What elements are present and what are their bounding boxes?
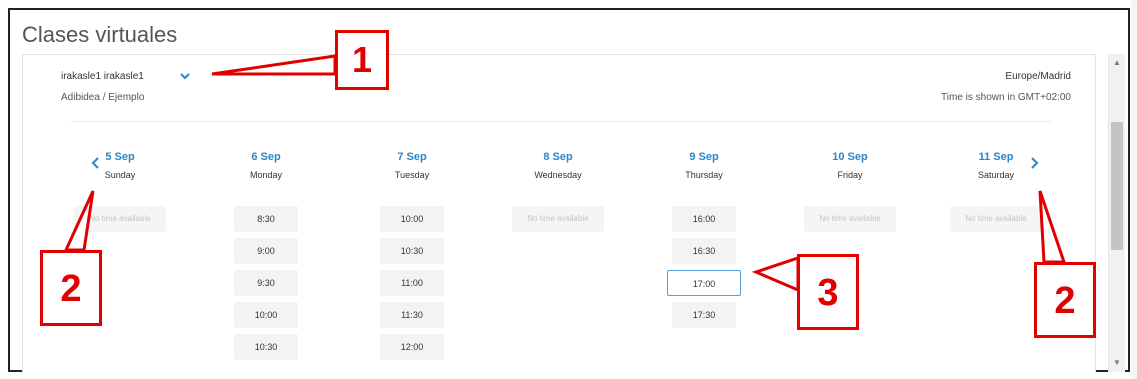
day-date: 5 Sep xyxy=(105,151,135,163)
page-title: Clases virtuales xyxy=(22,22,178,47)
no-time-available: No time available xyxy=(512,206,604,232)
day-weekday: Sunday xyxy=(104,170,136,180)
timezone-label: Europe/Madrid xyxy=(1005,71,1071,82)
callout-1: 1 xyxy=(335,30,389,90)
no-time-available: No time available xyxy=(950,206,1042,232)
time-slot[interactable]: 9:00 xyxy=(234,238,298,264)
day-weekday: Friday xyxy=(837,170,863,180)
scheduling-widget: irakasle1 irakasle1 Adibidea / Ejemplo E… xyxy=(22,54,1096,373)
time-slot-list: 10:00 10:30 11:00 11:30 12:00 xyxy=(357,206,467,360)
day-column: 6 Sep Monday 8:30 9:00 9:30 10:00 10:30 xyxy=(211,151,321,366)
day-column: 9 Sep Thursday 16:00 16:30 17:00 17:30 xyxy=(649,151,759,334)
day-date: 7 Sep xyxy=(397,151,427,163)
callout-2-right: 2 xyxy=(1034,262,1096,338)
time-slot-list: 8:30 9:00 9:30 10:00 10:30 xyxy=(211,206,321,360)
time-slot-list: 16:00 16:30 17:00 17:30 xyxy=(649,206,759,328)
time-slot[interactable]: 12:00 xyxy=(380,334,444,360)
day-date: 6 Sep xyxy=(251,151,281,163)
vertical-scrollbar[interactable]: ▲ ▼ xyxy=(1108,54,1125,372)
scroll-down-icon[interactable]: ▼ xyxy=(1109,356,1125,370)
time-slot-list: No time available xyxy=(941,206,1051,232)
time-slot[interactable]: 11:30 xyxy=(380,302,444,328)
day-date: 9 Sep xyxy=(689,151,719,163)
time-slot[interactable]: 10:30 xyxy=(380,238,444,264)
day-column: 8 Sep Wednesday No time available xyxy=(503,151,613,238)
scrollbar-thumb[interactable] xyxy=(1111,122,1123,250)
day-weekday: Tuesday xyxy=(394,170,430,180)
time-slot-list: No time available xyxy=(65,206,175,232)
day-weekday: Monday xyxy=(249,170,283,180)
time-slot[interactable]: 10:00 xyxy=(380,206,444,232)
time-slot[interactable]: 17:30 xyxy=(672,302,736,328)
no-time-available: No time available xyxy=(804,206,896,232)
time-slot[interactable]: 11:00 xyxy=(380,270,444,296)
host-name[interactable]: irakasle1 irakasle1 xyxy=(61,71,144,82)
no-time-available: No time available xyxy=(74,206,166,232)
page-frame: Clases virtuales irakasle1 irakasle1 Adi… xyxy=(8,8,1130,373)
time-slot[interactable]: 10:00 xyxy=(234,302,298,328)
time-slot-selected[interactable]: 17:00 xyxy=(667,270,741,296)
time-slot[interactable]: 16:30 xyxy=(672,238,736,264)
day-column: 10 Sep Friday No time available xyxy=(795,151,905,238)
day-column: 5 Sep Sunday No time available xyxy=(65,151,175,238)
header-divider xyxy=(71,121,1051,122)
scroll-up-icon[interactable]: ▲ xyxy=(1109,56,1125,70)
time-slot-list: No time available xyxy=(503,206,613,232)
time-slot-list: No time available xyxy=(795,206,905,232)
day-weekday: Wednesday xyxy=(534,170,582,180)
time-slot[interactable]: 16:00 xyxy=(672,206,736,232)
day-date: 10 Sep xyxy=(832,151,868,163)
day-column: 11 Sep Saturday No time available xyxy=(941,151,1051,238)
callout-3: 3 xyxy=(797,254,859,330)
chevron-down-icon[interactable] xyxy=(179,70,191,82)
day-date: 11 Sep xyxy=(978,151,1014,163)
day-date: 8 Sep xyxy=(543,151,573,163)
time-slot[interactable]: 8:30 xyxy=(234,206,298,232)
timezone-note: Time is shown in GMT+02:00 xyxy=(941,92,1071,103)
time-slot[interactable]: 9:30 xyxy=(234,270,298,296)
organization-path: Adibidea / Ejemplo xyxy=(61,92,145,103)
callout-2-left: 2 xyxy=(40,250,102,326)
time-slot[interactable]: 10:30 xyxy=(234,334,298,360)
day-weekday: Thursday xyxy=(685,170,723,180)
day-column: 7 Sep Tuesday 10:00 10:30 11:00 11:30 12:00 xyxy=(357,151,467,366)
day-weekday: Saturday xyxy=(977,170,1015,180)
window-edge xyxy=(1131,0,1137,379)
